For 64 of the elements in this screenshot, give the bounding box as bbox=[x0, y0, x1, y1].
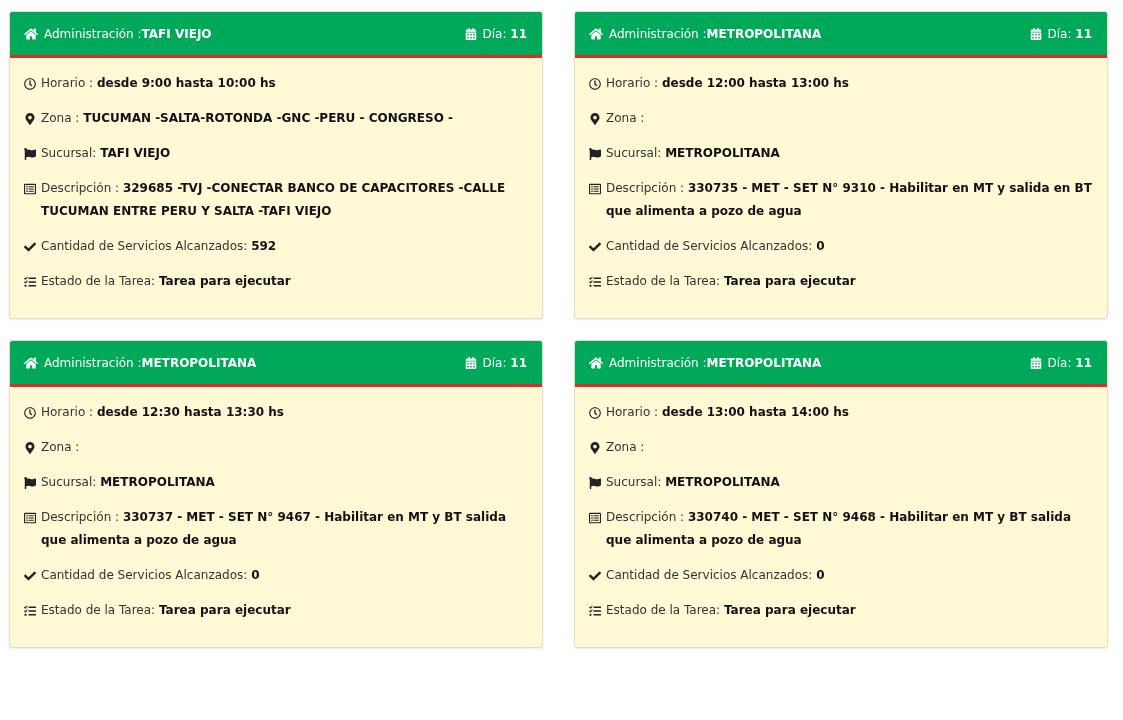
tasks-icon bbox=[589, 605, 601, 617]
day-label: Día: 11 bbox=[482, 26, 527, 41]
home-icon bbox=[589, 355, 603, 370]
field-text: Estado de la Tarea: Tarea para ejecutar bbox=[41, 273, 291, 290]
clock-icon bbox=[24, 407, 36, 419]
field-text: Horario : desde 12:00 hasta 13:00 hs bbox=[606, 75, 849, 92]
field-text: Zona : TUCUMAN -SALTA-ROTONDA -GNC -PERU - CONGRESO - bbox=[41, 110, 453, 127]
field-text: Zona : bbox=[606, 439, 645, 456]
day-label: Día: 11 bbox=[1047, 26, 1092, 41]
list-icon bbox=[24, 512, 36, 524]
tasks-icon bbox=[24, 276, 36, 288]
check-icon bbox=[589, 570, 601, 582]
field-text: Estado de la Tarea: Tarea para ejecutar bbox=[606, 602, 856, 619]
administration-title: Administración :METROPOLITANA bbox=[609, 26, 822, 41]
field-text: Descripción : 329685 -TVJ -CONECTAR BANCO DE CAPACITORES -CALLE TUCUMAN ENTRE PERU Y SALTA -TAFI VIEJO bbox=[41, 180, 507, 220]
flag-icon bbox=[24, 477, 36, 489]
field-text: Sucursal: METROPOLITANA bbox=[606, 145, 780, 162]
list-icon bbox=[24, 183, 36, 195]
field-text: Sucursal: TAFI VIEJO bbox=[41, 145, 171, 162]
field-text: Sucursal: METROPOLITANA bbox=[606, 474, 780, 491]
field-text: Cantidad de Servicios Alcanzados: 0 bbox=[606, 238, 825, 255]
field-text: Cantidad de Servicios Alcanzados: 0 bbox=[41, 567, 260, 584]
field-text: Cantidad de Servicios Alcanzados: 0 bbox=[606, 567, 825, 584]
home-icon bbox=[24, 26, 38, 41]
field-text: Estado de la Tarea: Tarea para ejecutar bbox=[606, 273, 856, 290]
calendar-icon bbox=[464, 27, 477, 40]
flag-icon bbox=[589, 148, 601, 160]
tasks-icon bbox=[589, 276, 601, 288]
field-text: Descripción : 330737 - MET - SET N° 9467 - Habilitar en MT y BT salida que alimenta a pozo de agua bbox=[41, 509, 507, 549]
calendar-icon bbox=[1029, 356, 1042, 369]
calendar-icon bbox=[1029, 27, 1042, 40]
administration-title: Administración :METROPOLITANA bbox=[609, 355, 822, 370]
flag-icon bbox=[589, 477, 601, 489]
field-text: Sucursal: METROPOLITANA bbox=[41, 474, 215, 491]
administration-title: Administración :TAFI VIEJO bbox=[44, 26, 212, 41]
home-icon bbox=[24, 355, 38, 370]
day-label: Día: 11 bbox=[1047, 355, 1092, 370]
check-icon bbox=[24, 570, 36, 582]
map-pin-icon bbox=[24, 113, 36, 125]
field-text: Descripción : 330740 - MET - SET N° 9468 - Habilitar en MT y BT salida que alimenta a pozo de agua bbox=[606, 509, 1072, 549]
check-icon bbox=[24, 241, 36, 253]
home-icon bbox=[589, 26, 603, 41]
field-text: Horario : desde 12:30 hasta 13:30 hs bbox=[41, 404, 284, 421]
map-pin-icon bbox=[24, 442, 36, 454]
list-icon bbox=[589, 512, 601, 524]
field-text: Zona : bbox=[606, 110, 645, 127]
clock-icon bbox=[24, 78, 36, 90]
map-pin-icon bbox=[589, 442, 601, 454]
day-label: Día: 11 bbox=[482, 355, 527, 370]
field-text: Estado de la Tarea: Tarea para ejecutar bbox=[41, 602, 291, 619]
check-icon bbox=[589, 241, 601, 253]
list-icon bbox=[589, 183, 601, 195]
field-text: Cantidad de Servicios Alcanzados: 592 bbox=[41, 238, 277, 255]
calendar-icon bbox=[464, 356, 477, 369]
clock-icon bbox=[589, 407, 601, 419]
field-text: Horario : desde 13:00 hasta 14:00 hs bbox=[606, 404, 849, 421]
field-text: Descripción : 330735 - MET - SET N° 9310 - Habilitar en MT y salida en BT que alimenta a pozo de agua bbox=[606, 180, 1093, 220]
administration-title: Administración :METROPOLITANA bbox=[44, 355, 257, 370]
field-text: Zona : bbox=[41, 439, 80, 456]
field-text: Horario : desde 9:00 hasta 10:00 hs bbox=[41, 75, 276, 92]
map-pin-icon bbox=[589, 113, 601, 125]
tasks-icon bbox=[24, 605, 36, 617]
flag-icon bbox=[24, 148, 36, 160]
clock-icon bbox=[589, 78, 601, 90]
